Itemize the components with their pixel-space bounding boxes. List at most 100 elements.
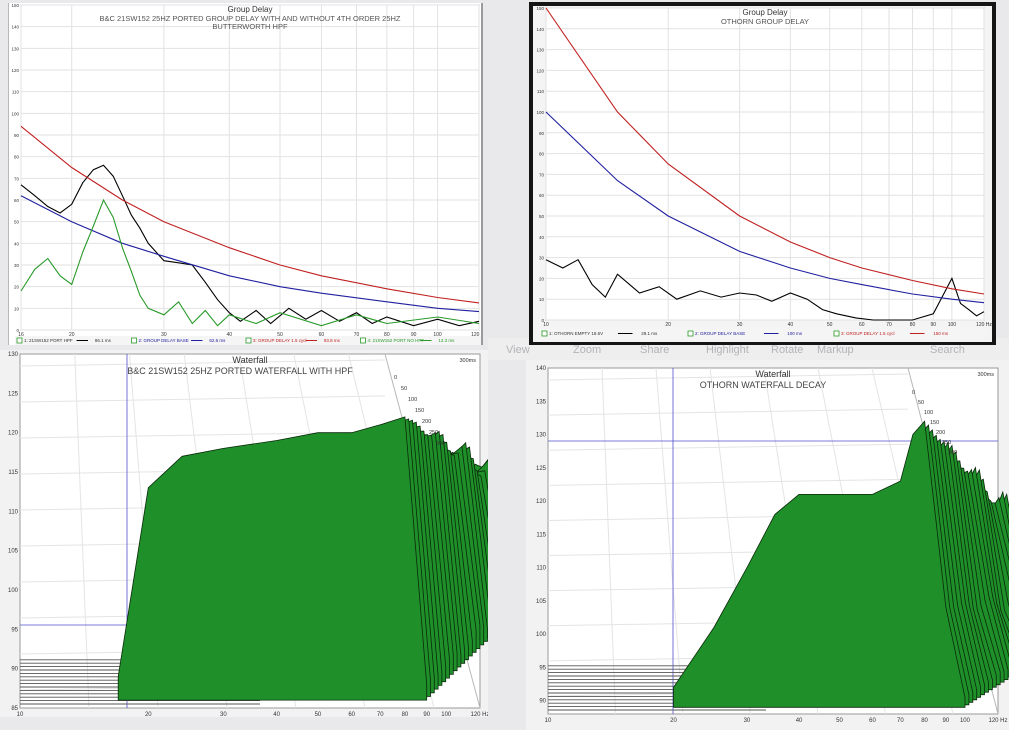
waterfall-othorn-panel: 10 20 30 40 50 60 70 80 90 100 120 Hz 90 95 100 105 110… [526,360,1009,730]
y-tick-label: 125 [536,466,547,472]
x-tick-label: 60 [869,718,876,724]
x-tick-label: 70 [886,322,892,328]
y-tick-label: 120 [8,431,19,437]
chart-title: Group Delay [228,5,273,14]
y-tick-label: 90 [539,699,546,705]
x-tick-label: 40 [788,322,794,328]
waterfall-othorn-chart: 10 20 30 40 50 60 70 80 90 100 120 Hz 90 95 100 105 110… [526,360,1009,730]
time-slice-label: 300ms [459,358,476,364]
x-tick-label: 50 [836,718,843,724]
time-slice-label: 300 [948,450,957,456]
y-tick-label: 135 [536,399,547,405]
y-tick-label: 95 [11,627,18,633]
legend-value: 86.1 ms [95,338,112,343]
x-tick-label: 40 [273,712,280,717]
y-tick-label: 110 [12,90,20,95]
x-tick-label: 20 [670,718,677,724]
y-tick-label: 100 [536,110,544,115]
y-tick-label: 20 [539,276,545,281]
x-tick-label: 40 [796,718,803,724]
y-tick-label: 110 [536,566,546,572]
x-tick-label: 30 [737,322,743,328]
y-tick-label: 100 [536,632,547,638]
chart-title: Waterfall [755,369,790,379]
time-slice-label: 150 [415,408,424,414]
y-tick-label: 70 [539,172,545,177]
waterfall-bc-panel: 10 20 30 40 50 60 70 80 90 100 120 Hz 85 90 95 100 105 1… [0,350,488,717]
zoom-button[interactable]: Zoom [573,344,601,356]
chart-subtitle: BUTTERWORTH HPF [212,22,288,31]
plot-area [20,4,480,331]
legend-label: 1: OTHORN EMPTY 18.6V [549,331,603,336]
x-tick-label: 60 [348,712,355,717]
y-tick-label: 50 [539,214,545,219]
x-tick-label: 60 [859,322,865,328]
x-tick-label: 90 [931,322,937,328]
y-tick-label: 30 [539,256,545,261]
y-tick-label: 40 [539,235,545,240]
view-button[interactable]: View [506,344,530,356]
y-tick-label: 20 [14,285,20,290]
x-tick-label: 10 [17,712,24,717]
y-tick-label: 140 [536,366,547,372]
legend-value: 29.1 ms [641,331,658,336]
y-tick-label: 140 [11,25,19,30]
legend-label: 4: 21SW152 PORT NO HPF [368,338,425,343]
y-tick-label: 115 [8,470,18,476]
y-tick-label: 85 [11,706,18,712]
y-tick-label: 70 [14,176,20,181]
markup-button[interactable]: Markup [817,344,854,356]
y-tick-label: 60 [14,198,20,203]
chart-subtitle: B&C 21SW152 25HZ PORTED WATERFALL WITH H… [127,366,353,376]
time-slice-label: 100 [924,410,933,416]
legend-label: 1: 21SW152 PORT HPF [24,338,73,343]
y-tick-label: 115 [536,532,546,538]
legend-checkbox [541,330,548,337]
chart-title: Waterfall [232,355,267,365]
plot-area [545,7,985,321]
y-tick-label: 150 [536,6,544,11]
x-tick-label: 70 [897,718,904,724]
legend-checkbox [131,337,137,344]
y-tick-label: 90 [539,131,545,136]
legend-checkbox [687,330,694,337]
y-tick-label: 125 [8,391,19,397]
legend-value: 62.6 ms [209,338,226,343]
y-tick-label: 105 [8,549,19,555]
y-tick-label: 130 [536,48,544,53]
highlight-button[interactable]: Highlight [706,344,749,356]
x-tick-label: 90 [423,712,430,717]
legend-value: 100 ms [787,331,803,336]
legend-value: 93.8 ms [324,338,341,343]
y-tick-label: 50 [14,220,20,225]
chart-title: Group Delay [743,8,788,17]
y-tick-label: 90 [11,667,18,673]
y-tick-label: 60 [539,193,545,198]
y-tick-label: 100 [8,588,19,594]
time-slice-label: 200 [422,419,431,425]
x-tick-label: 100 [960,718,971,724]
y-tick-label: 95 [539,665,546,671]
legend-label: 2: GROUP DELAY BASE [139,338,189,343]
y-tick-label: 130 [8,352,19,358]
rotate-button[interactable]: Rotate [771,344,803,356]
x-tick-label: 80 [921,718,928,724]
time-slice-label: 250 [942,440,951,446]
legend-checkbox [360,337,366,344]
x-tick-label: 10 [543,322,549,328]
time-slice-label: 50 [401,386,407,392]
legend-checkbox [16,337,23,344]
x-tick-label: 90 [943,718,950,724]
y-tick-label: 120 [11,68,19,73]
time-slice-label: 100 [408,397,417,403]
legend-label: 3: GROUP DELAY 1.5 cycl [253,338,307,343]
y-tick-label: 100 [11,111,19,116]
share-button[interactable]: Share [640,344,669,356]
x-tick-label: 70 [377,712,384,717]
group-delay-bc-panel: 162030405060708090100120 Hz0102030405060… [8,3,483,345]
y-tick-label: 130 [536,433,547,439]
y-tick-label: 80 [539,152,545,157]
search-button[interactable]: Search [930,344,965,356]
y-tick-label: 120 [536,499,547,505]
legend-checkbox [245,337,252,344]
